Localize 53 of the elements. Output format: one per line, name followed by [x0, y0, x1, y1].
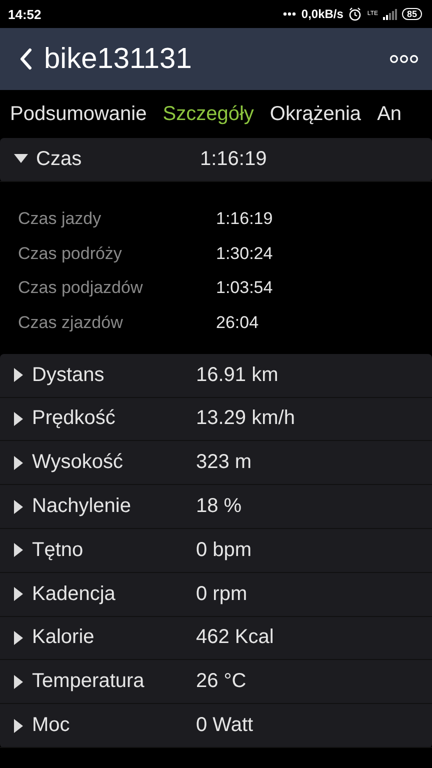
section-value: 0 rpm	[196, 582, 248, 606]
section-name: Wysokość	[32, 451, 124, 474]
section-name: Temperatura	[32, 670, 146, 694]
detail-value: 1:03:54	[216, 278, 273, 298]
section-name: Prędkość	[32, 407, 116, 430]
section-name: Nachylenie	[32, 495, 132, 518]
status-time: 14:52	[8, 6, 42, 22]
detail-value: 26:04	[216, 312, 259, 333]
tab[interactable]: Podsumowanie	[10, 102, 147, 126]
section-value: 1:16:19	[200, 148, 267, 171]
detail-label: Czas podjazdów	[18, 278, 144, 298]
detail-value: 1:16:19	[216, 209, 273, 230]
network-speed: 0,0kB/s	[301, 7, 344, 21]
section-name: Dystans	[32, 364, 106, 387]
section-name: Moc	[32, 714, 71, 738]
section-row[interactable]: Kalorie 462 Kcal	[0, 616, 432, 660]
tab[interactable]: Szczegóły	[162, 102, 254, 126]
signal-icon	[382, 8, 397, 20]
back-button[interactable]	[20, 48, 32, 70]
section-value: 13.29 km/h	[196, 407, 295, 430]
detail-label: Czas jazdy	[18, 209, 102, 230]
section-value: 462 Kcal	[196, 626, 274, 650]
page-title: bike131131	[44, 42, 193, 76]
tab[interactable]: Okrążenia	[270, 102, 362, 126]
back-icon	[20, 48, 32, 70]
detail-label: Czas zjazdów	[18, 312, 124, 333]
section-name: Tętno	[32, 538, 84, 562]
battery-level: 85	[402, 8, 422, 20]
section-name: Kadencja	[32, 582, 116, 606]
section-value: 0 Watt	[196, 714, 254, 738]
section-row[interactable]: Moc 0 Watt	[0, 704, 432, 748]
section-value: 323 m	[196, 451, 252, 474]
section-name: Kalorie	[32, 626, 96, 650]
section-value: 18 %	[196, 495, 242, 518]
section-name: Czas	[36, 148, 83, 171]
section-row[interactable]: Prędkość 13.29 km/h	[0, 398, 432, 442]
alarm-icon	[348, 7, 362, 21]
section-row[interactable]: Temperatura 26 °C	[0, 660, 432, 704]
section-value: 26 °C	[196, 670, 246, 694]
section-row[interactable]: Kadencja 0 rpm	[0, 572, 432, 617]
more-button[interactable]	[390, 54, 418, 64]
detail-value: 1:30:24	[216, 244, 273, 264]
tab[interactable]: An	[377, 102, 402, 126]
more-icon	[390, 54, 418, 64]
dots-icon	[283, 12, 296, 16]
section-row[interactable]: Czas 1:16:19	[0, 138, 432, 182]
section-value: 0 bpm	[196, 538, 252, 562]
section-row[interactable]: Tętno 0 bpm	[0, 528, 432, 573]
section-row[interactable]: Wysokość 323 m	[0, 441, 432, 486]
section-value: 16.91 km	[196, 364, 278, 387]
detail-label: Czas podróży	[18, 244, 123, 264]
section-row[interactable]: Dystans 16.91 km	[0, 354, 432, 398]
section-row[interactable]: Nachylenie 18 %	[0, 485, 432, 529]
